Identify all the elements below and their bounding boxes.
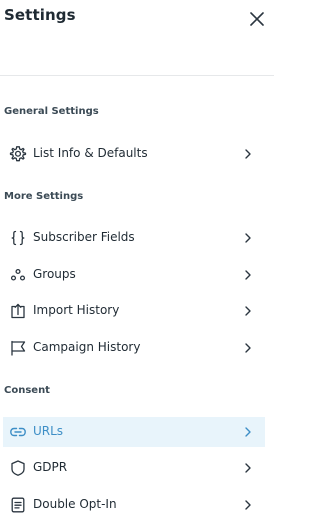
close-icon [250, 12, 264, 26]
chevron-right-icon [245, 306, 251, 316]
menu-item-label: URLs [33, 424, 64, 438]
chevron-right-icon [245, 343, 251, 353]
chevron-right-icon [245, 427, 251, 437]
menu-item-label: Groups [33, 267, 76, 281]
braces-icon [11, 230, 25, 246]
chevron-right-icon [245, 463, 251, 473]
menu-item-label: Subscriber Fields [33, 230, 135, 244]
shield-icon [11, 460, 25, 476]
menu-item-gdpr[interactable]: GDPR [3, 453, 265, 483]
settings-header: Settings [0, 0, 274, 76]
menu-item-import-history[interactable]: Import History [3, 296, 265, 326]
menu-item-label: Campaign History [33, 340, 141, 354]
section-label-consent: Consent [4, 385, 50, 396]
menu-item-label: Import History [33, 303, 120, 317]
menu-item-double-opt-in[interactable]: Double Opt-In [3, 490, 265, 520]
menu-item-urls[interactable]: URLs [3, 417, 265, 447]
menu-item-label: Double Opt-In [33, 497, 117, 511]
chevron-right-icon [245, 149, 251, 159]
chevron-right-icon [245, 270, 251, 280]
menu-item-groups[interactable]: Groups [3, 260, 265, 290]
menu-item-campaign-history[interactable]: Campaign History [3, 333, 265, 363]
link-icon [10, 427, 26, 437]
section-label-more-settings: More Settings [4, 191, 84, 202]
import-icon [11, 303, 25, 319]
menu-item-label: List Info & Defaults [33, 146, 148, 160]
menu-item-list-info-defaults[interactable]: List Info & Defaults [3, 139, 265, 169]
section-label-general-settings: General Settings [4, 106, 99, 117]
chevron-right-icon [245, 233, 251, 243]
menu-item-label: GDPR [33, 460, 68, 474]
close-button[interactable] [244, 6, 270, 32]
page-title: Settings [4, 6, 76, 24]
document-icon [11, 497, 25, 513]
groups-dots-icon [10, 268, 26, 281]
chevron-right-icon [245, 500, 251, 510]
gear-icon [9, 146, 27, 162]
flag-icon [11, 340, 26, 356]
menu-item-subscriber-fields[interactable]: Subscriber Fields [3, 223, 265, 253]
